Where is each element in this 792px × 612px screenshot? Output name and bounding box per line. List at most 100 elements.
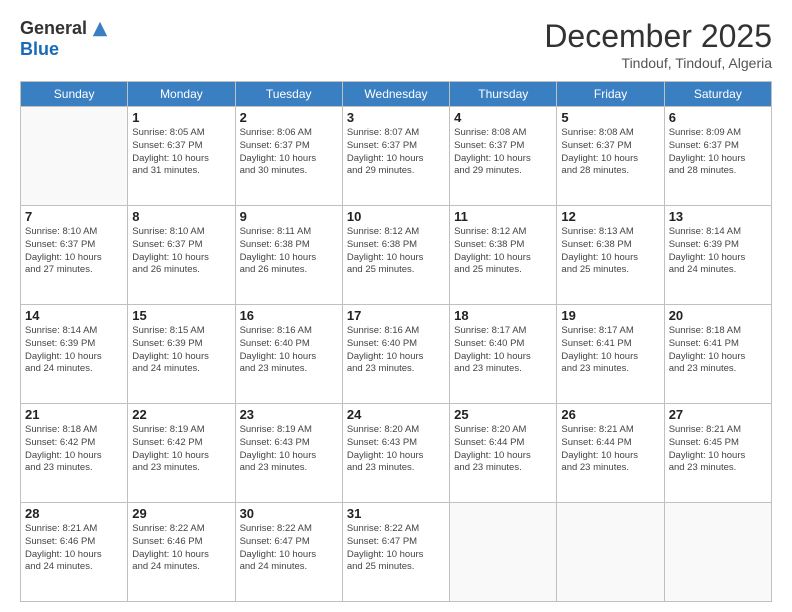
day-number: 3 [347, 110, 445, 125]
day-info: Sunrise: 8:12 AMSunset: 6:38 PMDaylight:… [454, 226, 552, 277]
calendar-cell: 31 Sunrise: 8:22 AMSunset: 6:47 PMDayligh… [342, 503, 449, 602]
calendar-cell: 26Sunrise: 8:21 AMSunset: 6:44 PMDayligh… [557, 404, 664, 503]
day-info: Sunrise: 8:17 AMSunset: 6:40 PMDaylight:… [454, 325, 552, 376]
calendar-col-monday: Monday [128, 82, 235, 107]
day-info: Sunrise: 8:12 AMSunset: 6:38 PMDaylight:… [347, 226, 445, 277]
day-info: Sunrise: 8:10 AMSunset: 6:37 PMDaylight:… [132, 226, 230, 277]
day-number: 7 [25, 209, 123, 224]
calendar-cell [557, 503, 664, 602]
calendar-cell: 13Sunrise: 8:14 AMSunset: 6:39 PMDayligh… [664, 206, 771, 305]
day-number: 27 [669, 407, 767, 422]
calendar-cell: 19 Sunrise: 8:17 AMSunset: 6:41 PMDayligh… [557, 305, 664, 404]
day-number: 17 [347, 308, 445, 323]
day-info: Sunrise: 8:18 AMSunset: 6:41 PMDaylight:… [669, 325, 767, 376]
day-info: Sunrise: 8:07 AMSunset: 6:37 PMDaylight:… [347, 127, 445, 178]
calendar-cell: 24 Sunrise: 8:20 AMSunset: 6:43 PMDayligh… [342, 404, 449, 503]
calendar-cell: 3 Sunrise: 8:07 AMSunset: 6:37 PMDaylight… [342, 107, 449, 206]
day-number: 11 [454, 209, 552, 224]
day-info: Sunrise: 8:19 AMSunset: 6:43 PMDaylight:… [240, 424, 338, 475]
logo: General Blue [20, 18, 109, 60]
day-info: Sunrise: 8:22 AMSunset: 6:46 PMDaylight:… [132, 523, 230, 574]
calendar-cell: 28 Sunrise: 8:21 AMSunset: 6:46 PMDayligh… [21, 503, 128, 602]
day-info: Sunrise: 8:09 AMSunset: 6:37 PMDaylight:… [669, 127, 767, 178]
calendar-col-saturday: Saturday [664, 82, 771, 107]
day-number: 15 [132, 308, 230, 323]
calendar-header-row: SundayMondayTuesdayWednesdayThursdayFrid… [21, 82, 772, 107]
calendar-cell: 21 Sunrise: 8:18 AMSunset: 6:42 PMDayligh… [21, 404, 128, 503]
day-info: Sunrise: 8:18 AMSunset: 6:42 PMDaylight:… [25, 424, 123, 475]
day-info: Sunrise: 8:17 AMSunset: 6:41 PMDaylight:… [561, 325, 659, 376]
day-info: Sunrise: 8:16 AMSunset: 6:40 PMDaylight:… [240, 325, 338, 376]
day-info: Sunrise: 8:20 AMSunset: 6:44 PMDaylight:… [454, 424, 552, 475]
day-number: 8 [132, 209, 230, 224]
day-number: 16 [240, 308, 338, 323]
calendar-cell: 8 Sunrise: 8:10 AMSunset: 6:37 PMDaylight… [128, 206, 235, 305]
day-number: 24 [347, 407, 445, 422]
logo-text: General [20, 18, 109, 39]
page: General Blue December 2025 Tindouf, Tind… [0, 0, 792, 612]
calendar-col-friday: Friday [557, 82, 664, 107]
calendar-cell: 22 Sunrise: 8:19 AMSunset: 6:42 PMDayligh… [128, 404, 235, 503]
day-number: 9 [240, 209, 338, 224]
calendar-cell: 25 Sunrise: 8:20 AMSunset: 6:44 PMDayligh… [450, 404, 557, 503]
calendar-cell [21, 107, 128, 206]
day-info: Sunrise: 8:19 AMSunset: 6:42 PMDaylight:… [132, 424, 230, 475]
day-number: 22 [132, 407, 230, 422]
calendar-cell: 5Sunrise: 8:08 AMSunset: 6:37 PMDaylight… [557, 107, 664, 206]
subtitle: Tindouf, Tindouf, Algeria [544, 55, 772, 71]
calendar-week-4: 21 Sunrise: 8:18 AMSunset: 6:42 PMDayligh… [21, 404, 772, 503]
day-number: 25 [454, 407, 552, 422]
header: General Blue December 2025 Tindouf, Tind… [20, 18, 772, 71]
day-info: Sunrise: 8:11 AMSunset: 6:38 PMDaylight:… [240, 226, 338, 277]
day-number: 18 [454, 308, 552, 323]
day-info: Sunrise: 8:20 AMSunset: 6:43 PMDaylight:… [347, 424, 445, 475]
day-number: 31 [347, 506, 445, 521]
calendar-cell: 6Sunrise: 8:09 AMSunset: 6:37 PMDaylight… [664, 107, 771, 206]
day-number: 29 [132, 506, 230, 521]
calendar-cell: 10 Sunrise: 8:12 AMSunset: 6:38 PMDayligh… [342, 206, 449, 305]
day-info: Sunrise: 8:21 AMSunset: 6:44 PMDaylight:… [561, 424, 659, 475]
day-info: Sunrise: 8:14 AMSunset: 6:39 PMDaylight:… [25, 325, 123, 376]
calendar-week-2: 7 Sunrise: 8:10 AMSunset: 6:37 PMDaylight… [21, 206, 772, 305]
calendar-cell: 2 Sunrise: 8:06 AMSunset: 6:37 PMDaylight… [235, 107, 342, 206]
day-number: 1 [132, 110, 230, 125]
day-info: Sunrise: 8:08 AMSunset: 6:37 PMDaylight:… [454, 127, 552, 178]
calendar-cell: 18 Sunrise: 8:17 AMSunset: 6:40 PMDayligh… [450, 305, 557, 404]
day-number: 20 [669, 308, 767, 323]
calendar-cell [450, 503, 557, 602]
calendar-cell: 1Sunrise: 8:05 AMSunset: 6:37 PMDaylight… [128, 107, 235, 206]
calendar-cell: 20 Sunrise: 8:18 AMSunset: 6:41 PMDayligh… [664, 305, 771, 404]
day-info: Sunrise: 8:15 AMSunset: 6:39 PMDaylight:… [132, 325, 230, 376]
calendar-week-1: 1Sunrise: 8:05 AMSunset: 6:37 PMDaylight… [21, 107, 772, 206]
title-block: December 2025 Tindouf, Tindouf, Algeria [544, 18, 772, 71]
day-info: Sunrise: 8:06 AMSunset: 6:37 PMDaylight:… [240, 127, 338, 178]
calendar-cell: 29 Sunrise: 8:22 AMSunset: 6:46 PMDayligh… [128, 503, 235, 602]
calendar-cell: 17Sunrise: 8:16 AMSunset: 6:40 PMDayligh… [342, 305, 449, 404]
calendar-col-wednesday: Wednesday [342, 82, 449, 107]
day-number: 19 [561, 308, 659, 323]
calendar-cell: 4Sunrise: 8:08 AMSunset: 6:37 PMDaylight… [450, 107, 557, 206]
day-info: Sunrise: 8:21 AMSunset: 6:46 PMDaylight:… [25, 523, 123, 574]
calendar-cell: 11 Sunrise: 8:12 AMSunset: 6:38 PMDayligh… [450, 206, 557, 305]
day-number: 12 [561, 209, 659, 224]
day-number: 28 [25, 506, 123, 521]
day-number: 30 [240, 506, 338, 521]
calendar: SundayMondayTuesdayWednesdayThursdayFrid… [20, 81, 772, 602]
day-info: Sunrise: 8:13 AMSunset: 6:38 PMDaylight:… [561, 226, 659, 277]
day-number: 5 [561, 110, 659, 125]
day-info: Sunrise: 8:22 AMSunset: 6:47 PMDaylight:… [347, 523, 445, 574]
day-number: 21 [25, 407, 123, 422]
day-number: 23 [240, 407, 338, 422]
calendar-cell: 7Sunrise: 8:10 AMSunset: 6:37 PMDaylight… [21, 206, 128, 305]
calendar-cell: 12 Sunrise: 8:13 AMSunset: 6:38 PMDayligh… [557, 206, 664, 305]
day-number: 10 [347, 209, 445, 224]
day-info: Sunrise: 8:21 AMSunset: 6:45 PMDaylight:… [669, 424, 767, 475]
calendar-cell: 27 Sunrise: 8:21 AMSunset: 6:45 PMDayligh… [664, 404, 771, 503]
day-number: 2 [240, 110, 338, 125]
calendar-col-thursday: Thursday [450, 82, 557, 107]
calendar-cell [664, 503, 771, 602]
calendar-col-tuesday: Tuesday [235, 82, 342, 107]
day-info: Sunrise: 8:22 AMSunset: 6:47 PMDaylight:… [240, 523, 338, 574]
calendar-week-5: 28 Sunrise: 8:21 AMSunset: 6:46 PMDayligh… [21, 503, 772, 602]
calendar-cell: 16 Sunrise: 8:16 AMSunset: 6:40 PMDayligh… [235, 305, 342, 404]
